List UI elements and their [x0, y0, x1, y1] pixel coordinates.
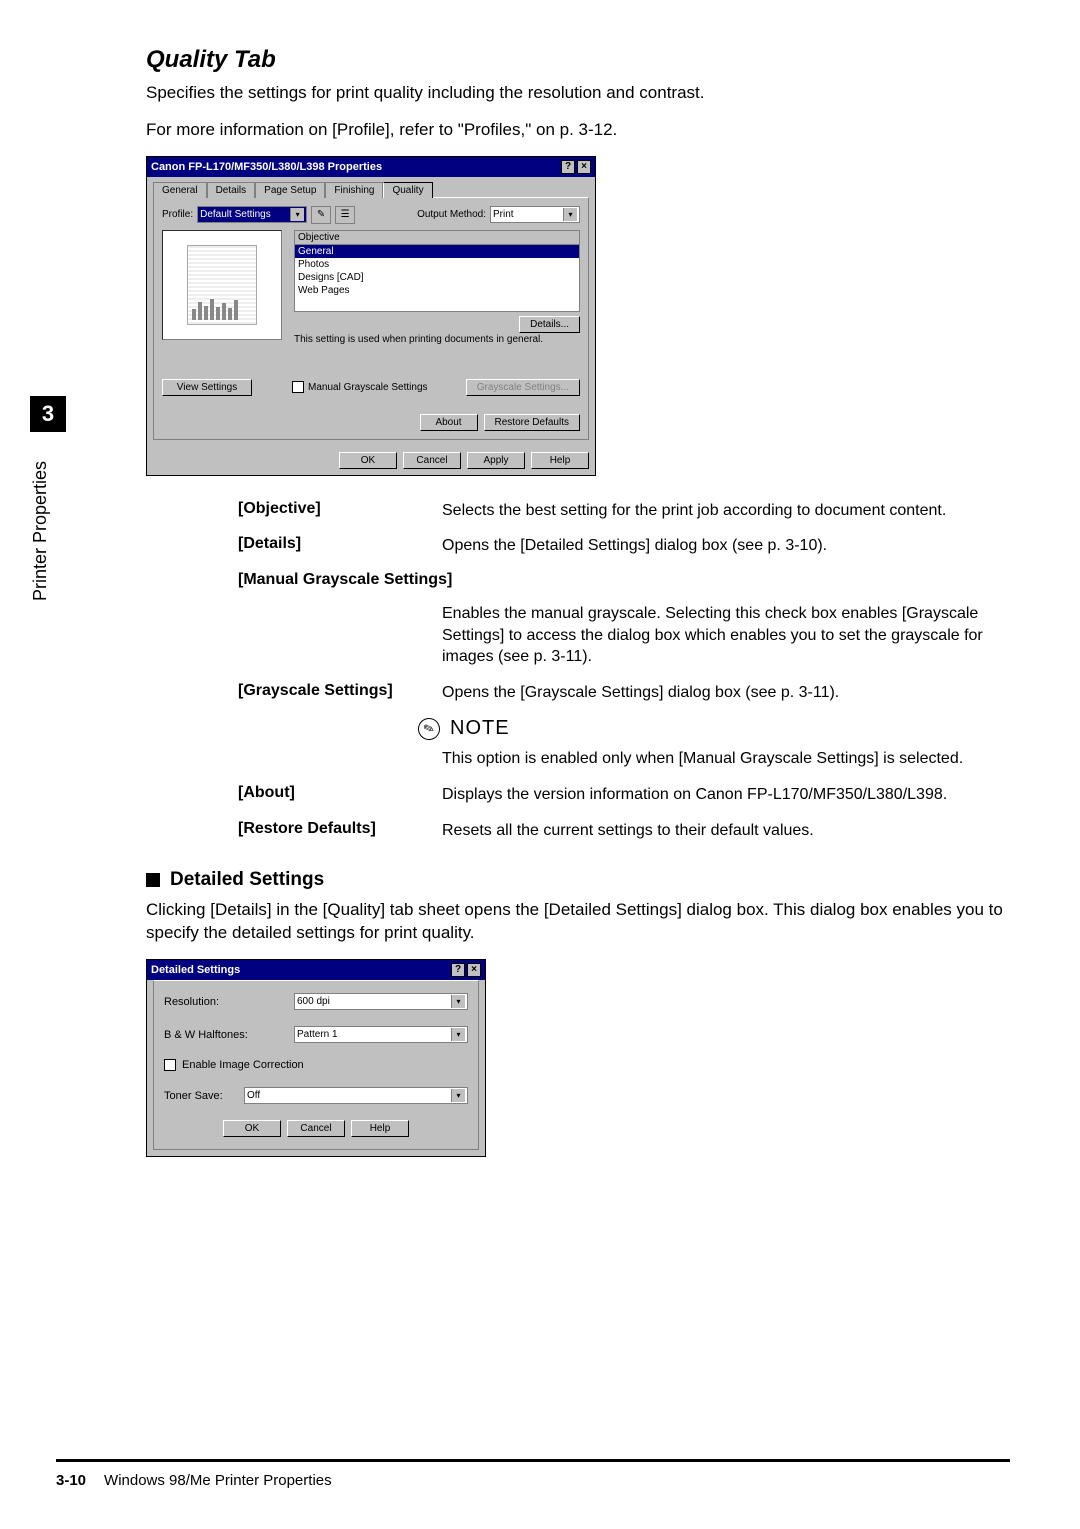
def-manual-text: Enables the manual grayscale. Selecting …: [442, 603, 1010, 668]
resolution-label: Resolution:: [164, 996, 294, 1008]
resolution-combo[interactable]: 600 dpi ▾: [294, 993, 468, 1010]
note-text: This option is enabled only when [Manual…: [442, 748, 1010, 770]
objective-item-designs[interactable]: Designs [CAD]: [295, 271, 579, 284]
def-manual-label: [Manual Grayscale Settings]: [238, 571, 452, 589]
help-icon[interactable]: ?: [451, 963, 465, 977]
chevron-down-icon[interactable]: ▾: [451, 1089, 465, 1102]
objective-listbox[interactable]: Objective General Photos Designs [CAD] W…: [294, 230, 580, 312]
view-settings-button[interactable]: View Settings: [162, 379, 252, 396]
definitions-list: [Objective] Selects the best setting for…: [238, 500, 1010, 841]
page-footer: 3-10 Windows 98/Me Printer Properties: [56, 1459, 1010, 1489]
close-icon[interactable]: ×: [577, 160, 591, 174]
note-word: NOTE: [450, 717, 510, 740]
titlebar: Detailed Settings ? ×: [147, 960, 485, 980]
enable-image-correction-label: Enable Image Correction: [182, 1059, 304, 1071]
tab-row: General Details Page Setup Finishing Qua…: [147, 177, 595, 197]
def-about-text: Displays the version information on Cano…: [442, 784, 1010, 806]
properties-dialog: Canon FP-L170/MF350/L380/L398 Properties…: [146, 156, 596, 476]
def-restore-text: Resets all the current settings to their…: [442, 820, 1010, 842]
profile-edit-icon[interactable]: ☰: [335, 206, 355, 224]
objective-hint: This setting is used when printing docum…: [294, 334, 580, 345]
def-about-label: [About]: [238, 784, 418, 802]
apply-button[interactable]: Apply: [467, 452, 525, 469]
tab-general[interactable]: General: [153, 182, 207, 198]
halftones-value: Pattern 1: [297, 1029, 338, 1040]
page-number: 3-10: [56, 1472, 86, 1489]
section-title: Quality Tab: [146, 46, 1010, 74]
manual-grayscale-checkbox[interactable]: [292, 381, 304, 393]
output-method-combo[interactable]: Print ▾: [490, 206, 580, 223]
output-method-label: Output Method:: [417, 209, 486, 220]
objective-item-general[interactable]: General: [295, 245, 579, 258]
tab-finishing[interactable]: Finishing: [325, 182, 383, 198]
chevron-down-icon[interactable]: ▾: [451, 995, 465, 1008]
grayscale-settings-button: Grayscale Settings...: [466, 379, 580, 396]
note-icon: ✎: [415, 715, 443, 743]
chapter-number: 3: [30, 396, 66, 432]
chevron-down-icon[interactable]: ▾: [290, 208, 304, 221]
profile-add-icon[interactable]: ✎: [311, 206, 331, 224]
def-objective-text: Selects the best setting for the print j…: [442, 500, 1010, 522]
cancel-button[interactable]: Cancel: [287, 1120, 345, 1137]
help-button[interactable]: Help: [531, 452, 589, 469]
objective-group-label: Objective: [295, 231, 579, 245]
chevron-down-icon[interactable]: ▾: [563, 208, 577, 221]
objective-item-web[interactable]: Web Pages: [295, 284, 579, 297]
dialog-title: Canon FP-L170/MF350/L380/L398 Properties: [151, 161, 382, 173]
titlebar: Canon FP-L170/MF350/L380/L398 Properties…: [147, 157, 595, 177]
tab-page-setup[interactable]: Page Setup: [255, 182, 325, 198]
toner-save-combo[interactable]: Off ▾: [244, 1087, 468, 1104]
manual-grayscale-label: Manual Grayscale Settings: [308, 382, 428, 393]
halftones-combo[interactable]: Pattern 1 ▾: [294, 1026, 468, 1043]
restore-defaults-button[interactable]: Restore Defaults: [484, 414, 580, 431]
tab-details[interactable]: Details: [207, 182, 256, 198]
chevron-down-icon[interactable]: ▾: [451, 1028, 465, 1041]
def-grayscale-text: Opens the [Grayscale Settings] dialog bo…: [442, 682, 1010, 704]
about-button[interactable]: About: [420, 414, 478, 431]
tab-quality[interactable]: Quality: [383, 182, 432, 198]
output-method-value: Print: [493, 209, 514, 220]
profile-combo[interactable]: Default Settings ▾: [197, 206, 307, 223]
note-block: ✎ NOTE: [418, 717, 1010, 740]
close-icon[interactable]: ×: [467, 963, 481, 977]
profile-label: Profile:: [162, 209, 193, 220]
help-icon[interactable]: ?: [561, 160, 575, 174]
intro-paragraph-2: For more information on [Profile], refer…: [146, 119, 1010, 142]
def-grayscale-label: [Grayscale Settings]: [238, 682, 418, 700]
def-details-text: Opens the [Detailed Settings] dialog box…: [442, 535, 1010, 557]
sub-paragraph: Clicking [Details] in the [Quality] tab …: [146, 899, 1010, 945]
enable-image-correction-checkbox[interactable]: [164, 1059, 176, 1071]
def-details-label: [Details]: [238, 535, 418, 553]
cancel-button[interactable]: Cancel: [403, 452, 461, 469]
def-restore-label: [Restore Defaults]: [238, 820, 418, 838]
details-button[interactable]: Details...: [519, 316, 580, 333]
toner-save-label: Toner Save:: [164, 1090, 244, 1102]
ok-button[interactable]: OK: [223, 1120, 281, 1137]
detailed-settings-dialog: Detailed Settings ? × Resolution: 600 dp…: [146, 959, 486, 1157]
sub-heading: Detailed Settings: [146, 869, 1010, 891]
dialog2-title: Detailed Settings: [151, 964, 240, 976]
help-button[interactable]: Help: [351, 1120, 409, 1137]
def-objective-label: [Objective]: [238, 500, 418, 518]
resolution-value: 600 dpi: [297, 996, 330, 1007]
toner-save-value: Off: [247, 1090, 260, 1101]
chapter-side-tab: 3 Printer Properties: [30, 396, 66, 666]
objective-item-photos[interactable]: Photos: [295, 258, 579, 271]
profile-value: Default Settings: [200, 209, 271, 220]
preview-pane: [162, 230, 282, 340]
halftones-label: B & W Halftones:: [164, 1029, 294, 1041]
running-head: Windows 98/Me Printer Properties: [104, 1472, 332, 1489]
ok-button[interactable]: OK: [339, 452, 397, 469]
side-label: Printer Properties: [30, 446, 51, 616]
intro-paragraph-1: Specifies the settings for print quality…: [146, 82, 1010, 105]
